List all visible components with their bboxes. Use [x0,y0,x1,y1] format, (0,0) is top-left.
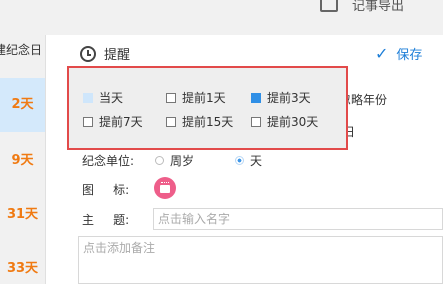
birthday-cake-icon[interactable] [154,177,176,199]
title-input[interactable]: 点击输入名字 [153,208,443,230]
export-notes-button[interactable]: 记事导出 [320,0,404,15]
icon-label: 图 标: [82,183,130,197]
checkbox-30-days-before[interactable] [251,116,261,127]
sidebar-header: 建纪念日 [0,43,43,57]
checkbox-1-day-before[interactable] [166,92,176,103]
option-label: 提前15天 [182,115,234,129]
option-15-days-before[interactable]: 提前15天 [166,113,233,130]
export-label: 记事导出 [352,0,405,14]
option-1-day-before[interactable]: 提前1天 [166,89,226,106]
reminder-header[interactable]: 提醒 [80,44,130,63]
unit-label: 纪念单位: [82,154,135,168]
option-label: 提前7天 [99,115,143,129]
note-textarea[interactable]: 点击添加备注 [78,236,443,284]
sidebar-item-9-days[interactable]: 9天 [0,134,45,188]
save-label: 保存 [396,48,423,63]
option-label: 提前30天 [267,115,319,129]
checkbox-same-day[interactable] [83,92,93,103]
export-icon [320,0,338,12]
title-label: 主 题: [82,213,130,227]
checkbox-7-days-before[interactable] [83,116,93,127]
option-label: 提前1天 [182,91,226,105]
option-3-days-before[interactable]: 提前3天 [251,89,311,106]
option-label: 提前3天 [267,91,311,105]
unit-option-label: 周岁 [170,154,195,168]
option-7-days-before[interactable]: 提前7天 [83,113,143,130]
unit-option-days[interactable]: 天 [235,152,262,169]
reminder-options-popup: 当天 提前1天 提前3天 提前7天 提前15天 提前30天 [67,66,348,150]
sidebar-item-33-days[interactable]: 33天 [0,242,45,296]
option-same-day[interactable]: 当天 [83,89,123,106]
checkmark-icon: ✓ [375,44,389,63]
option-30-days-before[interactable]: 提前30天 [251,113,318,130]
option-label: 当天 [99,91,124,105]
sidebar-item-2-days[interactable]: 2天 [0,78,45,132]
checkbox-3-days-before[interactable] [251,92,261,103]
save-button[interactable]: ✓ 保存 [375,44,422,63]
radio-age[interactable] [155,156,164,165]
unit-option-label: 天 [250,154,263,168]
radio-days[interactable] [235,156,244,165]
alarm-clock-icon [80,45,96,62]
top-bar: 记事导出 [0,0,443,35]
sidebar: 建纪念日 2天 9天 31天 33天 [0,35,46,284]
checkbox-15-days-before[interactable] [166,116,176,127]
sidebar-item-31-days[interactable]: 31天 [0,188,45,242]
unit-option-age[interactable]: 周岁 [155,152,194,169]
reminder-title: 提醒 [104,48,131,63]
